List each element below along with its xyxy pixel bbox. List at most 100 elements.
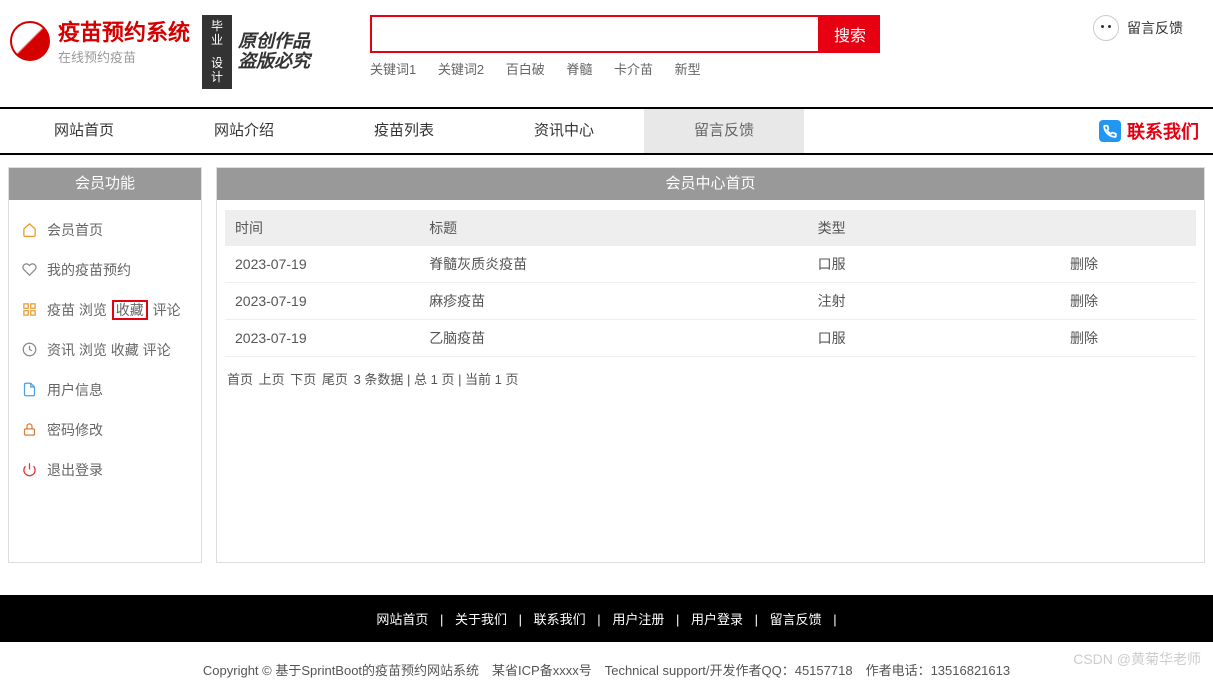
keyword-link[interactable]: 脊髓 (566, 62, 592, 77)
footer-sep: | (833, 612, 836, 627)
graduation-badge: 毕业 设计 原创作品 盗版必究 (202, 15, 310, 89)
pager-summary: 3 条数据 | 总 1 页 | 当前 1 页 (354, 372, 519, 387)
nav-intro[interactable]: 网站介绍 (164, 109, 324, 153)
sidebar-item-label: 疫苗 浏览 收藏 评论 (47, 300, 181, 320)
face-icon (1093, 15, 1119, 41)
data-table: 时间 标题 类型 2023-07-19 脊髓灰质炎疫苗 口服 删除 2023-0… (225, 210, 1196, 357)
pager-first[interactable]: 首页 (227, 372, 253, 387)
nav-vaccines[interactable]: 疫苗列表 (324, 109, 484, 153)
sidebar-item-label: 资讯 浏览 收藏 评论 (47, 340, 171, 360)
home-icon (21, 222, 37, 238)
footer-sep: | (597, 612, 600, 627)
sidebar-item-home[interactable]: 会员首页 (9, 210, 201, 250)
table-row: 2023-07-19 乙脑疫苗 口服 删除 (225, 319, 1196, 356)
sidebar-title: 会员功能 (9, 168, 201, 200)
cell-type: 口服 (808, 246, 1060, 283)
table-row: 2023-07-19 脊髓灰质炎疫苗 口服 删除 (225, 246, 1196, 283)
feedback-label: 留言反馈 (1127, 18, 1183, 38)
phone-icon (1099, 120, 1121, 142)
main-panel: 会员中心首页 时间 标题 类型 2023-07-19 脊髓灰质炎疫苗 口服 删除 (216, 167, 1205, 563)
contact-us-button[interactable]: 联系我们 (1099, 118, 1199, 144)
label-part: 疫苗 浏览 (47, 302, 111, 318)
pager-next[interactable]: 下页 (290, 372, 316, 387)
col-type: 类型 (808, 210, 1060, 246)
doc-icon (21, 382, 37, 398)
copyright-text: Copyright © 基于SprintBoot的疫苗预约网站系统 某省ICP备… (0, 642, 1213, 697)
badge-box: 毕业 设计 (202, 15, 232, 89)
search-row: 搜索 (370, 15, 1093, 53)
footer-link[interactable]: 联系我们 (534, 612, 586, 627)
heart-icon (21, 262, 37, 278)
lock-icon (21, 422, 37, 438)
calligraphy-text: 原创作品 盗版必究 (238, 32, 310, 72)
footer-sep: | (676, 612, 679, 627)
sidebar-item-label: 我的疫苗预约 (47, 260, 131, 280)
nav-feedback[interactable]: 留言反馈 (644, 109, 804, 153)
footer-sep: | (755, 612, 758, 627)
delete-link[interactable]: 删除 (1060, 246, 1196, 283)
keyword-link[interactable]: 卡介苗 (614, 62, 653, 77)
sidebar-item-label: 退出登录 (47, 460, 103, 480)
col-title: 标题 (419, 210, 807, 246)
cell-date: 2023-07-19 (225, 319, 419, 356)
sidebar-item-news-browse[interactable]: 资讯 浏览 收藏 评论 (9, 330, 201, 370)
header: 疫苗预约系统 在线预约疫苗 毕业 设计 原创作品 盗版必究 搜索 关键词1 关键… (0, 0, 1213, 99)
content-container: 会员功能 会员首页 我的疫苗预约 疫苗 浏览 收藏 评论 资讯 浏览 收藏 评论 (0, 155, 1213, 575)
footer-link[interactable]: 用户注册 (612, 612, 664, 627)
delete-link[interactable]: 删除 (1060, 319, 1196, 356)
sidebar-item-logout[interactable]: 退出登录 (9, 450, 201, 490)
search-input[interactable] (370, 15, 820, 53)
keyword-link[interactable]: 关键词2 (438, 62, 484, 77)
sidebar-item-userinfo[interactable]: 用户信息 (9, 370, 201, 410)
delete-link[interactable]: 删除 (1060, 282, 1196, 319)
pager: 首页 上页 下页 尾页 3 条数据 | 总 1 页 | 当前 1 页 (217, 363, 1204, 400)
app-subtitle: 在线预约疫苗 (58, 47, 190, 66)
calli-line1: 原创作品 (238, 32, 310, 52)
cell-date: 2023-07-19 (225, 246, 419, 283)
table-header-row: 时间 标题 类型 (225, 210, 1196, 246)
keyword-link[interactable]: 关键词1 (370, 62, 416, 77)
footer-link[interactable]: 网站首页 (376, 612, 428, 627)
keyword-list: 关键词1 关键词2 百白破 脊髓 卡介苗 新型 (370, 59, 1093, 78)
label-part: 评论 (149, 302, 181, 318)
sidebar-item-label: 会员首页 (47, 220, 103, 240)
sidebar-menu: 会员首页 我的疫苗预约 疫苗 浏览 收藏 评论 资讯 浏览 收藏 评论 用户信息 (9, 200, 201, 500)
sidebar-item-password[interactable]: 密码修改 (9, 410, 201, 450)
sidebar-item-vaccine-browse[interactable]: 疫苗 浏览 收藏 评论 (9, 290, 201, 330)
nav-news[interactable]: 资讯中心 (484, 109, 644, 153)
calli-line2: 盗版必究 (238, 52, 310, 72)
cell-title: 脊髓灰质炎疫苗 (419, 246, 807, 283)
nav-bar: 网站首页 网站介绍 疫苗列表 资讯中心 留言反馈 联系我们 (0, 107, 1213, 155)
keyword-link[interactable]: 新型 (675, 62, 701, 77)
footer-nav: 网站首页 | 关于我们 | 联系我们 | 用户注册 | 用户登录 | 留言反馈 … (0, 595, 1213, 642)
nav-home[interactable]: 网站首页 (4, 109, 164, 153)
pager-last[interactable]: 尾页 (322, 372, 348, 387)
logo-block: 疫苗预约系统 在线预约疫苗 (10, 15, 190, 66)
table-row: 2023-07-19 麻疹疫苗 注射 删除 (225, 282, 1196, 319)
footer-sep: | (440, 612, 443, 627)
contact-us-label: 联系我们 (1127, 118, 1199, 144)
nav-inner: 网站首页 网站介绍 疫苗列表 资讯中心 留言反馈 联系我们 (0, 109, 1213, 153)
cell-title: 乙脑疫苗 (419, 319, 807, 356)
app-title: 疫苗预约系统 (58, 15, 190, 47)
cell-date: 2023-07-19 (225, 282, 419, 319)
keyword-link[interactable]: 百白破 (506, 62, 545, 77)
sidebar-item-appointments[interactable]: 我的疫苗预约 (9, 250, 201, 290)
logo-icon (10, 21, 50, 61)
badge-line1: 毕业 (202, 15, 232, 52)
search-button[interactable]: 搜索 (820, 15, 880, 53)
main-title: 会员中心首页 (217, 168, 1204, 200)
sidebar-item-label: 密码修改 (47, 420, 103, 440)
footer-link[interactable]: 用户登录 (691, 612, 743, 627)
sidebar: 会员功能 会员首页 我的疫苗预约 疫苗 浏览 收藏 评论 资讯 浏览 收藏 评论 (8, 167, 202, 563)
col-action (1060, 210, 1196, 246)
feedback-button[interactable]: 留言反馈 (1093, 15, 1183, 41)
sidebar-item-label: 用户信息 (47, 380, 103, 400)
footer-link[interactable]: 留言反馈 (770, 612, 822, 627)
footer-link[interactable]: 关于我们 (455, 612, 507, 627)
pager-prev[interactable]: 上页 (259, 372, 285, 387)
badge-line2: 设计 (202, 52, 232, 89)
logo-text: 疫苗预约系统 在线预约疫苗 (58, 15, 190, 66)
cell-type: 注射 (808, 282, 1060, 319)
search-area: 搜索 关键词1 关键词2 百白破 脊髓 卡介苗 新型 (370, 15, 1093, 78)
